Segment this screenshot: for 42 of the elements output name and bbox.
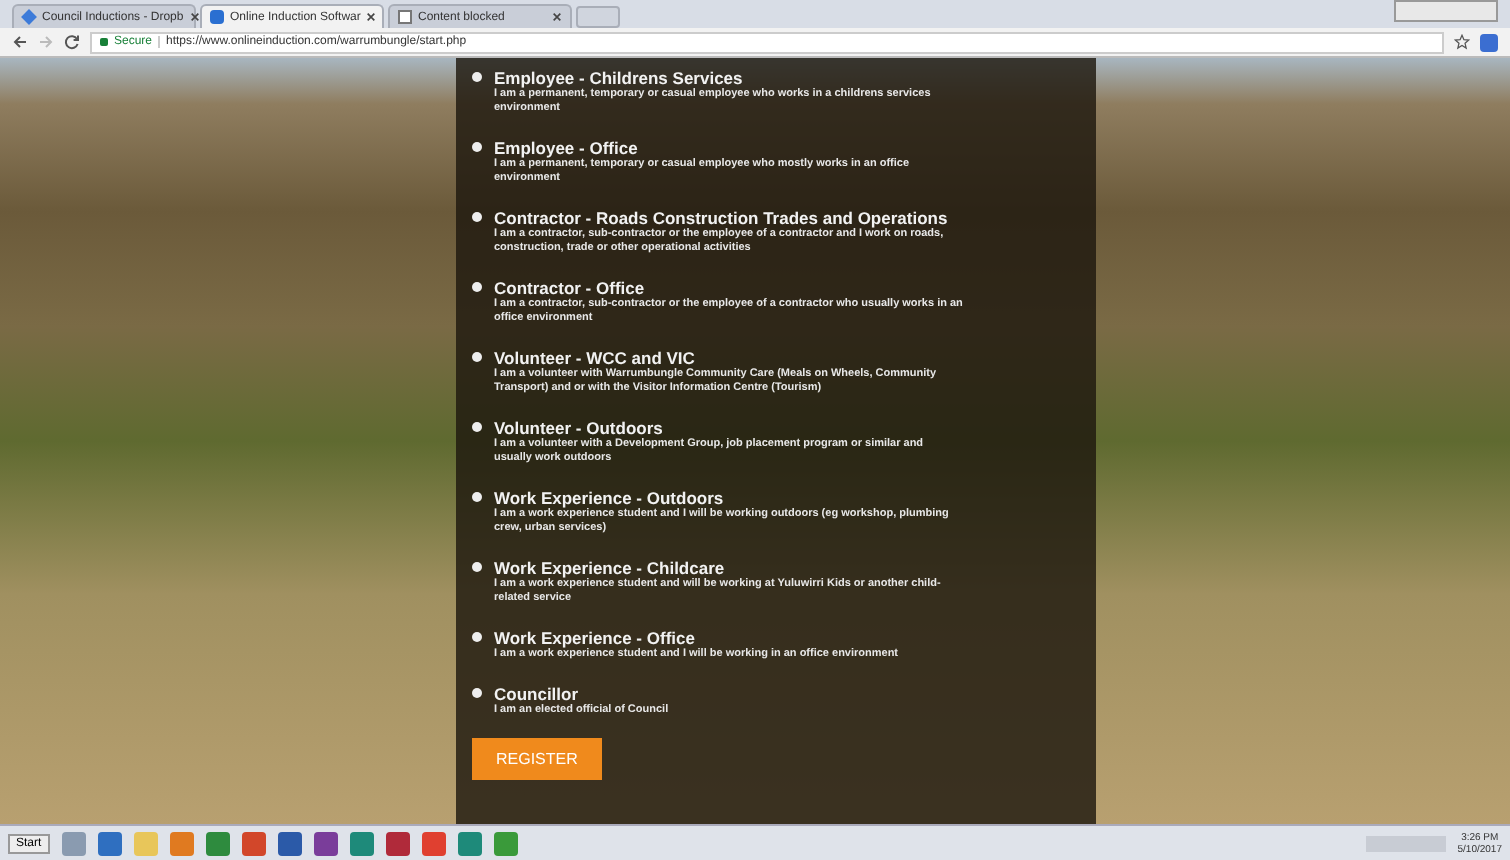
- bullet-icon: [472, 492, 482, 502]
- taskbar-app-icon[interactable]: [421, 831, 446, 855]
- bullet-icon: [472, 632, 482, 642]
- option-title[interactable]: Councillor: [494, 684, 964, 704]
- taskbar-app-icon[interactable]: [457, 831, 482, 855]
- option-title[interactable]: Volunteer - WCC and VIC: [494, 348, 964, 368]
- back-icon[interactable]: [12, 34, 28, 50]
- option-title[interactable]: Employee - Childrens Services: [494, 68, 964, 88]
- option-title[interactable]: Work Experience - Outdoors: [494, 488, 964, 508]
- page-icon: [398, 10, 412, 24]
- lock-icon: [100, 38, 108, 46]
- taskbar-app-icon[interactable]: [385, 831, 410, 855]
- option-title[interactable]: Work Experience - Office: [494, 628, 964, 648]
- option-title[interactable]: Employee - Office: [494, 138, 964, 158]
- bullet-icon: [472, 282, 482, 292]
- close-icon[interactable]: [366, 12, 377, 22]
- star-icon[interactable]: [1454, 34, 1470, 50]
- bullet-icon: [472, 352, 482, 362]
- taskbar-app-icon[interactable]: [313, 831, 338, 855]
- option-title[interactable]: Contractor - Roads Construction Trades and Operations: [494, 208, 964, 228]
- taskbar-app-icon[interactable]: [349, 831, 374, 855]
- bullet-icon: [472, 688, 482, 698]
- taskbar-app-icon[interactable]: [277, 831, 302, 855]
- site-icon: [210, 10, 224, 24]
- close-icon[interactable]: [189, 12, 200, 22]
- option-title[interactable]: Contractor - Office: [494, 278, 964, 298]
- reload-icon[interactable]: [64, 34, 80, 50]
- extension-icon[interactable]: [1480, 33, 1498, 51]
- bullet-icon: [472, 212, 482, 222]
- taskbar-app-icon[interactable]: [205, 831, 230, 855]
- taskbar-app-icon[interactable]: [169, 831, 194, 855]
- option-title[interactable]: Work Experience - Childcare: [494, 558, 964, 578]
- bullet-icon: [472, 72, 482, 82]
- close-icon[interactable]: [552, 12, 562, 22]
- box-icon: [21, 9, 37, 25]
- bullet-icon: [472, 422, 482, 432]
- option-title[interactable]: Volunteer - Outdoors: [494, 418, 964, 438]
- bullet-icon: [472, 562, 482, 572]
- taskbar-app-icon[interactable]: [241, 831, 266, 855]
- taskbar-app-icon[interactable]: [493, 831, 518, 855]
- bullet-icon: [472, 142, 482, 152]
- taskbar-app-icon[interactable]: [97, 831, 122, 855]
